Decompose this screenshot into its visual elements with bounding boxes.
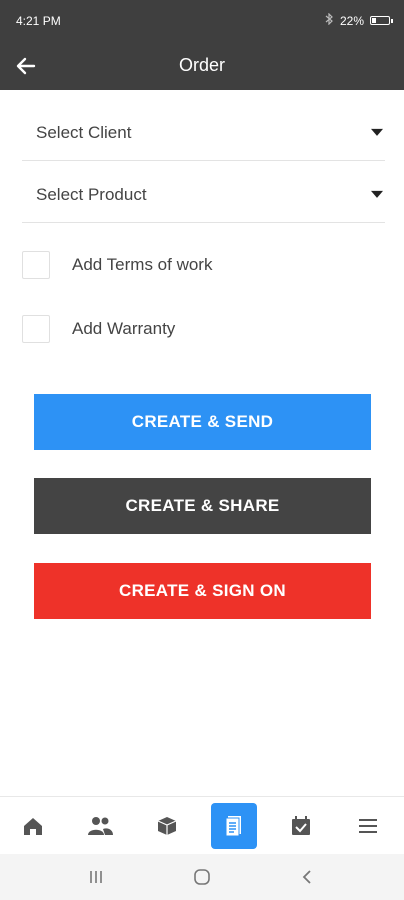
product-select-label: Select Product xyxy=(36,185,147,204)
client-select[interactable]: Select Client xyxy=(22,101,385,161)
system-nav-bar xyxy=(0,854,404,900)
page-title: Order xyxy=(178,55,225,75)
create-send-button[interactable]: CREATE & SEND xyxy=(34,394,371,450)
client-select-label: Select Client xyxy=(36,123,132,142)
bluetooth-icon xyxy=(325,12,334,28)
create-share-button[interactable]: CREATE & SHARE xyxy=(34,478,371,534)
menu-icon[interactable] xyxy=(345,803,391,849)
products-icon[interactable] xyxy=(144,803,190,849)
dropdown-caret-icon xyxy=(371,190,383,198)
terms-checkbox-row: Add Terms of work xyxy=(22,250,212,280)
tasks-icon[interactable] xyxy=(278,803,324,849)
warranty-checkbox-row: Add Warranty xyxy=(22,314,175,344)
terms-checkbox[interactable] xyxy=(22,251,50,279)
battery-icon xyxy=(370,16,393,25)
orders-icon[interactable] xyxy=(211,803,257,849)
product-select[interactable]: Select Product xyxy=(22,163,385,223)
battery-percent: 22% xyxy=(339,13,364,28)
bottom-nav xyxy=(0,796,404,855)
warranty-checkbox-label[interactable]: Add Warranty xyxy=(72,319,175,339)
back-chevron-icon[interactable] xyxy=(295,866,319,888)
clients-icon[interactable] xyxy=(77,803,123,849)
recent-apps-icon[interactable] xyxy=(84,866,108,888)
status-bar: 4:21 PM 22% xyxy=(0,0,404,42)
status-right: 22% xyxy=(325,12,393,28)
home-circle-icon[interactable] xyxy=(190,866,214,888)
app-bar: Order xyxy=(0,42,404,90)
home-icon[interactable] xyxy=(10,803,56,849)
status-time: 4:21 PM xyxy=(16,14,61,28)
dropdown-caret-icon xyxy=(371,128,383,136)
create-sign-button[interactable]: CREATE & SIGN ON xyxy=(34,563,371,619)
warranty-checkbox[interactable] xyxy=(22,315,50,343)
terms-checkbox-label[interactable]: Add Terms of work xyxy=(72,255,212,275)
